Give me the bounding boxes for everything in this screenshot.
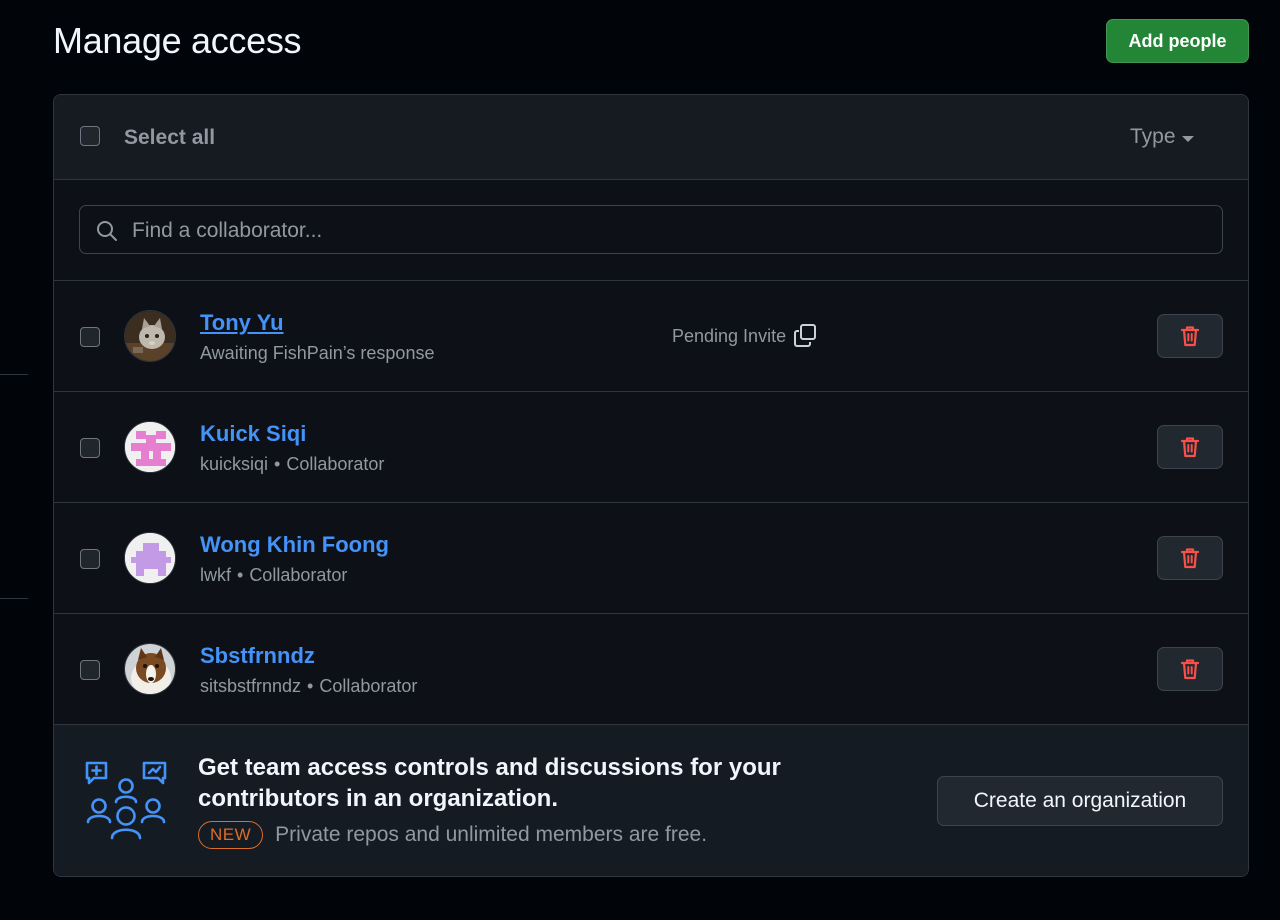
new-badge: NEW bbox=[198, 821, 264, 849]
collaborator-username: sitsbstfrnndz bbox=[200, 676, 302, 696]
collaborator-role: Collaborator bbox=[319, 676, 418, 696]
add-people-button[interactable]: Add people bbox=[1106, 19, 1249, 63]
copy-icon[interactable] bbox=[792, 323, 818, 349]
chevron-down-icon bbox=[1181, 135, 1194, 142]
remove-collaborator-button[interactable] bbox=[1157, 536, 1223, 580]
collaborator-row: Tony Yu Awaiting FishPain’s response Pen… bbox=[54, 281, 1248, 392]
avatar bbox=[124, 421, 176, 473]
collaborator-row: Wong Khin Foong lwkf • Collaborator bbox=[54, 503, 1248, 614]
pending-invite-status: Pending Invite bbox=[672, 323, 818, 349]
search-box[interactable] bbox=[79, 205, 1223, 255]
trash-icon bbox=[1180, 659, 1200, 680]
collaborator-subtitle: lwkf • Collaborator bbox=[200, 565, 347, 586]
row-checkbox[interactable] bbox=[80, 660, 100, 680]
collaborator-subtitle: Awaiting FishPain’s response bbox=[200, 343, 435, 363]
row-checkbox[interactable] bbox=[80, 549, 100, 569]
separator-dot: • bbox=[237, 565, 244, 585]
search-icon bbox=[97, 221, 117, 241]
collaborator-username: kuicksiqi bbox=[200, 454, 269, 474]
avatar bbox=[124, 532, 176, 584]
separator-dot: • bbox=[274, 454, 281, 474]
promo-subline: NEW Private repos and unlimited members … bbox=[198, 821, 707, 849]
remove-collaborator-button[interactable] bbox=[1157, 647, 1223, 691]
search-section bbox=[54, 180, 1248, 281]
collaborator-role: Collaborator bbox=[286, 454, 385, 474]
promo-title: Get team access controls and discussions… bbox=[198, 754, 781, 812]
manage-access-page: Manage access Add people Select all Type bbox=[0, 0, 1280, 920]
avatar bbox=[124, 643, 176, 695]
pending-invite-label: Pending Invite bbox=[672, 325, 787, 346]
collaborator-subtitle: sitsbstfrnndz • Collaborator bbox=[200, 676, 417, 697]
collaborator-name-link[interactable]: Tony Yu bbox=[200, 310, 284, 336]
collaborator-row: Kuick Siqi kuicksiqi • Collaborator bbox=[54, 392, 1248, 503]
separator-dot: • bbox=[307, 676, 314, 696]
collaborator-role: Collaborator bbox=[249, 565, 348, 585]
trash-icon bbox=[1180, 437, 1200, 458]
collaborator-row: Sbstfrnndz sitsbstfrnndz • Collaborator bbox=[54, 614, 1248, 725]
promo-text: Private repos and unlimited members are … bbox=[275, 823, 708, 846]
collaborators-panel: Select all Type Find a collaborator... T… bbox=[53, 94, 1249, 877]
remove-collaborator-button[interactable] bbox=[1157, 314, 1223, 358]
dog-avatar-image bbox=[125, 644, 175, 694]
cat-avatar-image bbox=[125, 311, 175, 361]
type-filter-label: Type bbox=[1130, 125, 1176, 148]
collaborator-name-link[interactable]: Sbstfrnndz bbox=[200, 643, 315, 669]
collaborator-subtitle: kuicksiqi • Collaborator bbox=[200, 454, 384, 475]
collaborator-name-link[interactable]: Kuick Siqi bbox=[200, 421, 306, 447]
avatar bbox=[124, 310, 176, 362]
row-checkbox[interactable] bbox=[80, 438, 100, 458]
trash-icon bbox=[1180, 326, 1200, 347]
remove-collaborator-button[interactable] bbox=[1157, 425, 1223, 469]
identicon-image bbox=[125, 422, 175, 472]
create-organization-button[interactable]: Create an organization bbox=[937, 776, 1223, 826]
collaborator-username: lwkf bbox=[200, 565, 231, 585]
identicon-image bbox=[125, 533, 175, 583]
search-input[interactable] bbox=[130, 206, 1214, 255]
trash-icon bbox=[1180, 548, 1200, 569]
collaborator-name-link[interactable]: Wong Khin Foong bbox=[200, 532, 389, 558]
page-title: Manage access bbox=[53, 20, 302, 61]
sidebar-divider bbox=[0, 374, 28, 375]
list-header: Select all Type bbox=[54, 95, 1248, 180]
team-icon bbox=[85, 761, 167, 840]
select-all-checkbox[interactable] bbox=[80, 126, 100, 146]
type-filter-dropdown[interactable]: Type bbox=[1130, 125, 1194, 149]
organization-promo: Get team access controls and discussions… bbox=[54, 725, 1248, 876]
sidebar-divider bbox=[0, 598, 28, 599]
row-checkbox[interactable] bbox=[80, 327, 100, 347]
select-all-label: Select all bbox=[124, 126, 216, 149]
